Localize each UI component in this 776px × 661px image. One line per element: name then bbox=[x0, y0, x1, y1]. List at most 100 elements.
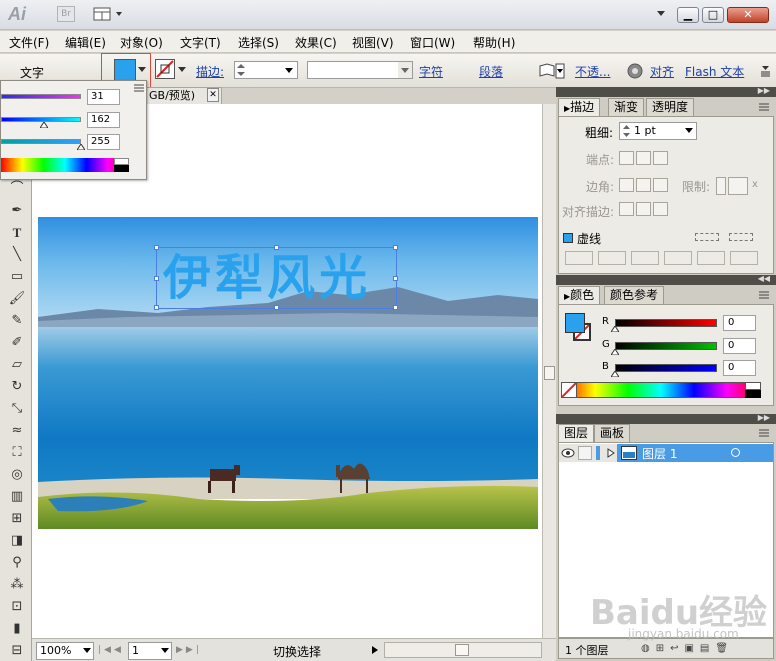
slider-marker[interactable] bbox=[611, 326, 619, 332]
limit-stepper[interactable] bbox=[716, 177, 726, 195]
dash-preview-1[interactable] bbox=[695, 233, 719, 241]
miter-join-button[interactable] bbox=[619, 178, 634, 192]
resize-handle[interactable] bbox=[154, 305, 159, 310]
close-button[interactable]: ✕ bbox=[727, 7, 769, 23]
limit-input[interactable] bbox=[728, 177, 748, 195]
chevron-down-icon[interactable] bbox=[656, 10, 666, 18]
b-input[interactable]: 255 bbox=[87, 134, 120, 150]
fill-color-swatch[interactable] bbox=[565, 313, 585, 333]
menu-effect[interactable]: 效果(C) bbox=[295, 34, 337, 51]
scrollbar-thumb[interactable] bbox=[544, 366, 555, 380]
status-menu-arrow-icon[interactable] bbox=[372, 646, 378, 654]
blend-tool-icon[interactable]: ⁂ bbox=[8, 576, 26, 594]
collapse-icon[interactable]: ◀◀ bbox=[758, 274, 770, 283]
panel-menu-icon[interactable] bbox=[133, 83, 145, 93]
recolor-icon[interactable] bbox=[627, 63, 643, 79]
tab-layers[interactable]: 图层 bbox=[558, 424, 595, 442]
tab-artboards[interactable]: 画板 bbox=[594, 424, 631, 442]
maximize-button[interactable]: □ bbox=[702, 7, 724, 23]
expand-arrow-icon[interactable] bbox=[607, 448, 615, 458]
white-swatch[interactable] bbox=[745, 382, 761, 390]
slider-marker[interactable] bbox=[611, 349, 619, 355]
layer-row[interactable]: 图层 1 bbox=[559, 444, 773, 462]
menu-object[interactable]: 对象(O) bbox=[120, 34, 163, 51]
g-input[interactable]: 162 bbox=[87, 112, 120, 128]
flash-text-link[interactable]: Flash 文本 bbox=[685, 63, 744, 80]
gap-input[interactable] bbox=[598, 251, 626, 265]
tab-transparency[interactable]: 透明度 bbox=[646, 98, 695, 116]
text-bounding-box[interactable]: 伊犁风光 bbox=[154, 245, 398, 310]
lasso-icon[interactable]: ⌒ bbox=[8, 180, 26, 198]
stroke-weight-combo[interactable] bbox=[234, 61, 298, 79]
resize-handle[interactable] bbox=[393, 276, 398, 281]
black-swatch[interactable] bbox=[114, 165, 129, 172]
opacity-link[interactable]: 不透... bbox=[575, 63, 610, 80]
chevron-down-icon[interactable] bbox=[177, 66, 187, 74]
eye-icon[interactable] bbox=[561, 447, 575, 459]
horizontal-scrollbar[interactable] bbox=[384, 642, 542, 658]
dash-input[interactable] bbox=[631, 251, 659, 265]
g-input[interactable]: 0 bbox=[723, 338, 756, 354]
brush-definition-combo[interactable] bbox=[307, 61, 413, 79]
dash-preview-2[interactable] bbox=[729, 233, 753, 241]
layer-name-cell[interactable]: 图层 1 bbox=[617, 444, 773, 462]
lock-toggle[interactable] bbox=[578, 446, 592, 460]
eyedropper-icon[interactable]: ⚲ bbox=[8, 554, 26, 572]
fill-swatch[interactable] bbox=[114, 59, 136, 81]
stroke-swatch[interactable] bbox=[155, 59, 175, 79]
dash-input[interactable] bbox=[697, 251, 725, 265]
gap-input[interactable] bbox=[664, 251, 692, 265]
rectangle-tool-icon[interactable]: ▭ bbox=[8, 268, 26, 286]
resize-handle[interactable] bbox=[393, 245, 398, 250]
bridge-button[interactable]: Br bbox=[57, 6, 75, 22]
target-icon[interactable] bbox=[731, 448, 740, 457]
menu-select[interactable]: 选择(S) bbox=[238, 34, 279, 51]
g-slider[interactable] bbox=[615, 342, 717, 350]
gap-input[interactable] bbox=[730, 251, 758, 265]
layer-action-buttons[interactable]: ◍⊞↩▣▤🗑 bbox=[641, 643, 734, 654]
control-bar-menu-icon[interactable] bbox=[760, 62, 772, 78]
align-outside-button[interactable] bbox=[653, 202, 668, 216]
paintbrush-tool-icon[interactable]: 🖌 bbox=[8, 290, 26, 308]
b-slider[interactable] bbox=[615, 364, 717, 372]
artboard-nav-first-prev[interactable]: |◀◀ bbox=[98, 645, 124, 655]
align-link[interactable]: 对齐 bbox=[650, 63, 674, 80]
menu-file[interactable]: 文件(F) bbox=[9, 34, 49, 51]
character-link[interactable]: 字符 bbox=[419, 63, 443, 80]
weight-combo[interactable]: 1 pt bbox=[619, 122, 697, 140]
style-icon[interactable] bbox=[538, 62, 566, 80]
mesh-tool-icon[interactable]: ⊞ bbox=[8, 510, 26, 528]
round-join-button[interactable] bbox=[636, 178, 651, 192]
rotate-tool-icon[interactable]: ↻ bbox=[8, 378, 26, 396]
butt-cap-button[interactable] bbox=[619, 151, 634, 165]
line-tool-icon[interactable]: ╲ bbox=[8, 246, 26, 264]
none-swatch[interactable] bbox=[561, 382, 577, 398]
color-spectrum[interactable] bbox=[561, 382, 761, 398]
eraser-tool-icon[interactable]: ▱ bbox=[8, 356, 26, 374]
pencil-tool-icon[interactable]: ✎ bbox=[8, 312, 26, 330]
blob-brush-icon[interactable]: ✐ bbox=[8, 334, 26, 352]
tab-color-guide[interactable]: 颜色参考 bbox=[604, 286, 665, 304]
align-inside-button[interactable] bbox=[636, 202, 651, 216]
tab-color[interactable]: ▶颜色 bbox=[558, 286, 601, 304]
close-tab-icon[interactable]: ✕ bbox=[207, 88, 219, 102]
panel-menu-icon[interactable] bbox=[758, 290, 770, 300]
scrollbar-thumb[interactable] bbox=[455, 644, 469, 656]
workspace-switcher-button[interactable] bbox=[93, 6, 125, 22]
panel-menu-icon[interactable] bbox=[758, 102, 770, 112]
r-slider[interactable] bbox=[615, 319, 717, 327]
chevron-down-icon[interactable] bbox=[137, 66, 147, 74]
graph-tool-icon[interactable]: ▥ bbox=[8, 488, 26, 506]
align-center-button[interactable] bbox=[619, 202, 634, 216]
round-cap-button[interactable] bbox=[636, 151, 651, 165]
pen-tool-icon[interactable]: ✒ bbox=[8, 202, 26, 220]
slider-marker[interactable] bbox=[40, 122, 48, 128]
artwork-title-text[interactable]: 伊犁风光 bbox=[163, 250, 371, 306]
projecting-cap-button[interactable] bbox=[653, 151, 668, 165]
white-swatch[interactable] bbox=[114, 158, 129, 165]
type-tool-icon[interactable]: T bbox=[8, 224, 26, 242]
slider-marker[interactable] bbox=[611, 371, 619, 377]
resize-handle[interactable] bbox=[154, 245, 159, 250]
collapse-icon[interactable]: ▶▶ bbox=[758, 413, 770, 422]
menu-window[interactable]: 窗口(W) bbox=[410, 34, 455, 51]
